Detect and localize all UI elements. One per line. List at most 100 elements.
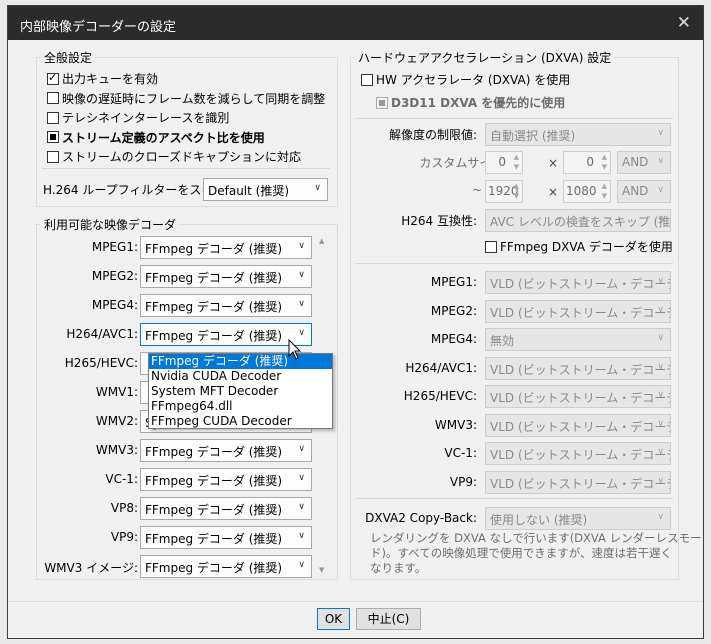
- dxva-separator-3: [355, 498, 673, 499]
- dropdown-option[interactable]: FFmpeg デコーダ (推奨): [149, 354, 332, 369]
- ffmpeg-dxva-label: FFmpeg DXVA デコーダを使用: [500, 240, 673, 254]
- h264-compat-value: AVC レベルの検査をスキップ (推: [490, 215, 671, 229]
- chevron-down-icon: ∨: [298, 531, 305, 541]
- dxva-codec-select[interactable]: VLD (ビットストリーム・デコーディ ∨: [485, 413, 671, 437]
- dxva-codec-select[interactable]: 無効 ∨: [485, 328, 671, 351]
- chevron-down-icon: ∨: [657, 390, 664, 400]
- ffmpeg-dxva-checkbox[interactable]: FFmpeg DXVA デコーダを使用: [485, 238, 673, 255]
- h264-decoder-dropdown-list: FFmpeg デコーダ (推奨) Nvidia CUDA Decoder Syste…: [148, 353, 333, 429]
- custom-height-input[interactable]: 0 ▲ ▼: [563, 151, 611, 174]
- scroll-down-icon[interactable]: ▼: [319, 566, 324, 574]
- dropdown-option[interactable]: FFmpeg64.dll: [149, 399, 332, 414]
- ok-button[interactable]: OK: [317, 608, 350, 630]
- chevron-down-icon: ∨: [298, 560, 305, 570]
- chevron-down-icon: ∨: [298, 473, 305, 483]
- times-symbol-2: ×: [548, 185, 559, 199]
- max-width-input[interactable]: 1920 ▲ ▼: [485, 180, 523, 203]
- dxva-codec-select[interactable]: VLD (ビットストリーム・デコーディ ∨: [485, 470, 671, 494]
- decoder-value: FFmpeg デコーダ (推奨): [145, 503, 283, 517]
- resolution-select[interactable]: 自動選択 (推奨) ∨: [485, 123, 671, 146]
- hw-accel-label: HW アクセラレータ (DXVA) を使用: [376, 73, 571, 87]
- max-and-select[interactable]: AND ∨: [617, 180, 671, 203]
- h264-loop-select[interactable]: Default (推奨) ∨: [203, 178, 328, 201]
- chevron-down-icon: ∨: [657, 512, 664, 522]
- decoder-value: FFmpeg デコーダ (推奨): [145, 329, 283, 343]
- custom-and-select[interactable]: AND ∨: [617, 151, 671, 174]
- dxva-separator-2: [355, 263, 673, 264]
- decoder-select[interactable]: FFmpeg デコーダ (推奨) ∨: [140, 526, 312, 549]
- dxva-codec-select[interactable]: VLD (ビットストリーム・デコーディ ∨: [485, 299, 671, 323]
- chevron-down-icon: ∨: [657, 475, 664, 486]
- dxva-codec-label: MPEG1:: [430, 275, 477, 289]
- copyback-label: DXVA2 Copy-Back:: [365, 511, 477, 525]
- copyback-note-line: ド)。すべての映像処理で使用できますが、速度は若干遅く: [370, 546, 672, 560]
- scroll-up-icon[interactable]: ▲: [319, 237, 324, 245]
- general-option-checkbox[interactable]: テレシネインターレースを識別: [47, 109, 229, 126]
- cancel-button[interactable]: 中止(C): [356, 608, 421, 630]
- dropdown-option[interactable]: System MFT Decoder: [149, 384, 332, 399]
- dxva-codec-value: VLD (ビットストリーム・デコーディ: [490, 305, 671, 320]
- checkbox-icon: [376, 96, 388, 109]
- dropdown-option[interactable]: Nvidia CUDA Decoder: [149, 369, 332, 384]
- chevron-down-icon: ∨: [657, 128, 664, 138]
- decoder-value: FFmpeg デコーダ (推奨): [145, 271, 283, 285]
- general-option-checkbox[interactable]: ストリーム定義のアスペクト比を使用: [47, 129, 265, 146]
- decoder-label: WMV2:: [95, 414, 138, 428]
- general-option-checkbox[interactable]: 映像の遅延時にフレーム数を減らして同期を調整: [47, 90, 325, 107]
- decoder-select[interactable]: FFmpeg デコーダ (推奨) ∨: [140, 294, 312, 317]
- spin-arrows-icon[interactable]: ▲ ▼: [602, 152, 607, 172]
- decoder-select[interactable]: FFmpeg デコーダ (推奨) ∨: [140, 236, 312, 259]
- general-option-checkbox[interactable]: ストリームのクローズドキャプションに対応: [47, 148, 301, 165]
- dropdown-option[interactable]: FFmpeg CUDA Decoder: [149, 414, 332, 429]
- general-option-label: ストリーム定義のアスペクト比を使用: [62, 130, 265, 145]
- copyback-note-line: レンダリングを DXVA なしで行います(DXVA レンダーレスモー: [370, 531, 702, 545]
- decoder-label: WMV1:: [95, 385, 138, 399]
- dxva-codec-value: VLD (ビットストリーム・デコーディ: [490, 419, 671, 434]
- decoder-select[interactable]: FFmpeg デコーダ (推奨) ∨: [140, 439, 312, 462]
- dxva-codec-select[interactable]: VLD (ビットストリーム・デコーディ ∨: [485, 271, 671, 294]
- dxva-codec-select[interactable]: VLD (ビットストリーム・デコーディ ∨: [485, 356, 671, 380]
- decoder-select[interactable]: FFmpeg デコーダ (推奨) ∨: [140, 555, 312, 578]
- copyback-select[interactable]: 使用しない (推奨) ∨: [485, 507, 671, 530]
- dxva-separator-1: [355, 118, 673, 119]
- title-bar: 内部映像デコーダーの設定 ✕: [8, 6, 703, 40]
- decoder-select[interactable]: FFmpeg デコーダ (推奨) ∨: [140, 468, 312, 491]
- decoder-value: FFmpeg デコーダ (推奨): [145, 532, 283, 546]
- spin-arrows-icon[interactable]: ▲ ▼: [514, 181, 519, 201]
- chevron-down-icon: ∨: [298, 299, 305, 309]
- dxva-codec-value: VLD (ビットストリーム・デコーディ: [490, 362, 671, 377]
- decoder-label: MPEG4:: [91, 298, 138, 312]
- close-icon[interactable]: ✕: [677, 13, 691, 33]
- resolution-value: 自動選択 (推奨): [490, 129, 576, 143]
- chevron-down-icon: ∨: [657, 214, 664, 224]
- decoder-select[interactable]: FFmpeg デコーダ (推奨) ∨: [140, 323, 312, 346]
- checkbox-icon: [47, 71, 59, 85]
- dxva-codec-select[interactable]: VLD (ビットストリーム・デコーディ ∨: [485, 385, 671, 408]
- custom-width-value: 0: [498, 155, 506, 169]
- dxva-codec-select[interactable]: VLD (ビットストリーム・デコーディ ∨: [485, 442, 671, 465]
- dxva-codec-value: VLD (ビットストリーム・デコーディ: [490, 391, 671, 405]
- custom-width-input[interactable]: 0 ▲ ▼: [485, 151, 523, 174]
- general-option-checkbox[interactable]: 出力キューを有効: [47, 70, 158, 87]
- chevron-down-icon: ∨: [657, 304, 664, 315]
- decoder-label: WMV3 イメージ:: [44, 561, 138, 575]
- d3d11-checkbox[interactable]: D3D11 DXVA を優先的に使用: [376, 94, 565, 111]
- dxva-group-label: ハードウェアアクセラレーション (DXVA) 設定: [355, 49, 615, 66]
- decoder-value: FFmpeg デコーダ (推奨): [145, 474, 283, 488]
- settings-dialog: 内部映像デコーダーの設定 ✕ 全般設定 出力キューを有効映像の遅延時にフレーム数…: [7, 5, 704, 639]
- spin-arrows-icon[interactable]: ▲ ▼: [602, 181, 607, 201]
- chevron-down-icon: ∨: [657, 156, 664, 166]
- checkbox-icon: [47, 150, 59, 163]
- decoder-select[interactable]: FFmpeg デコーダ (推奨) ∨: [140, 265, 312, 288]
- hw-accel-checkbox[interactable]: HW アクセラレータ (DXVA) を使用: [361, 71, 570, 88]
- mouse-cursor-icon: [288, 339, 302, 360]
- checkbox-icon: [485, 240, 497, 253]
- max-height-input[interactable]: 1080 ▲ ▼: [563, 180, 611, 203]
- dxva-codec-label: MPEG4:: [430, 332, 477, 346]
- h264-compat-select[interactable]: AVC レベルの検査をスキップ (推 ∨: [485, 209, 671, 232]
- general-group-label: 全般設定: [41, 49, 96, 66]
- spin-arrows-icon[interactable]: ▲ ▼: [514, 152, 519, 172]
- decoder-select[interactable]: FFmpeg デコーダ (推奨) ∨: [140, 497, 312, 520]
- dxva-codec-value: VLD (ビットストリーム・デコーディ: [490, 448, 671, 462]
- decoder-label: VP9:: [110, 530, 138, 544]
